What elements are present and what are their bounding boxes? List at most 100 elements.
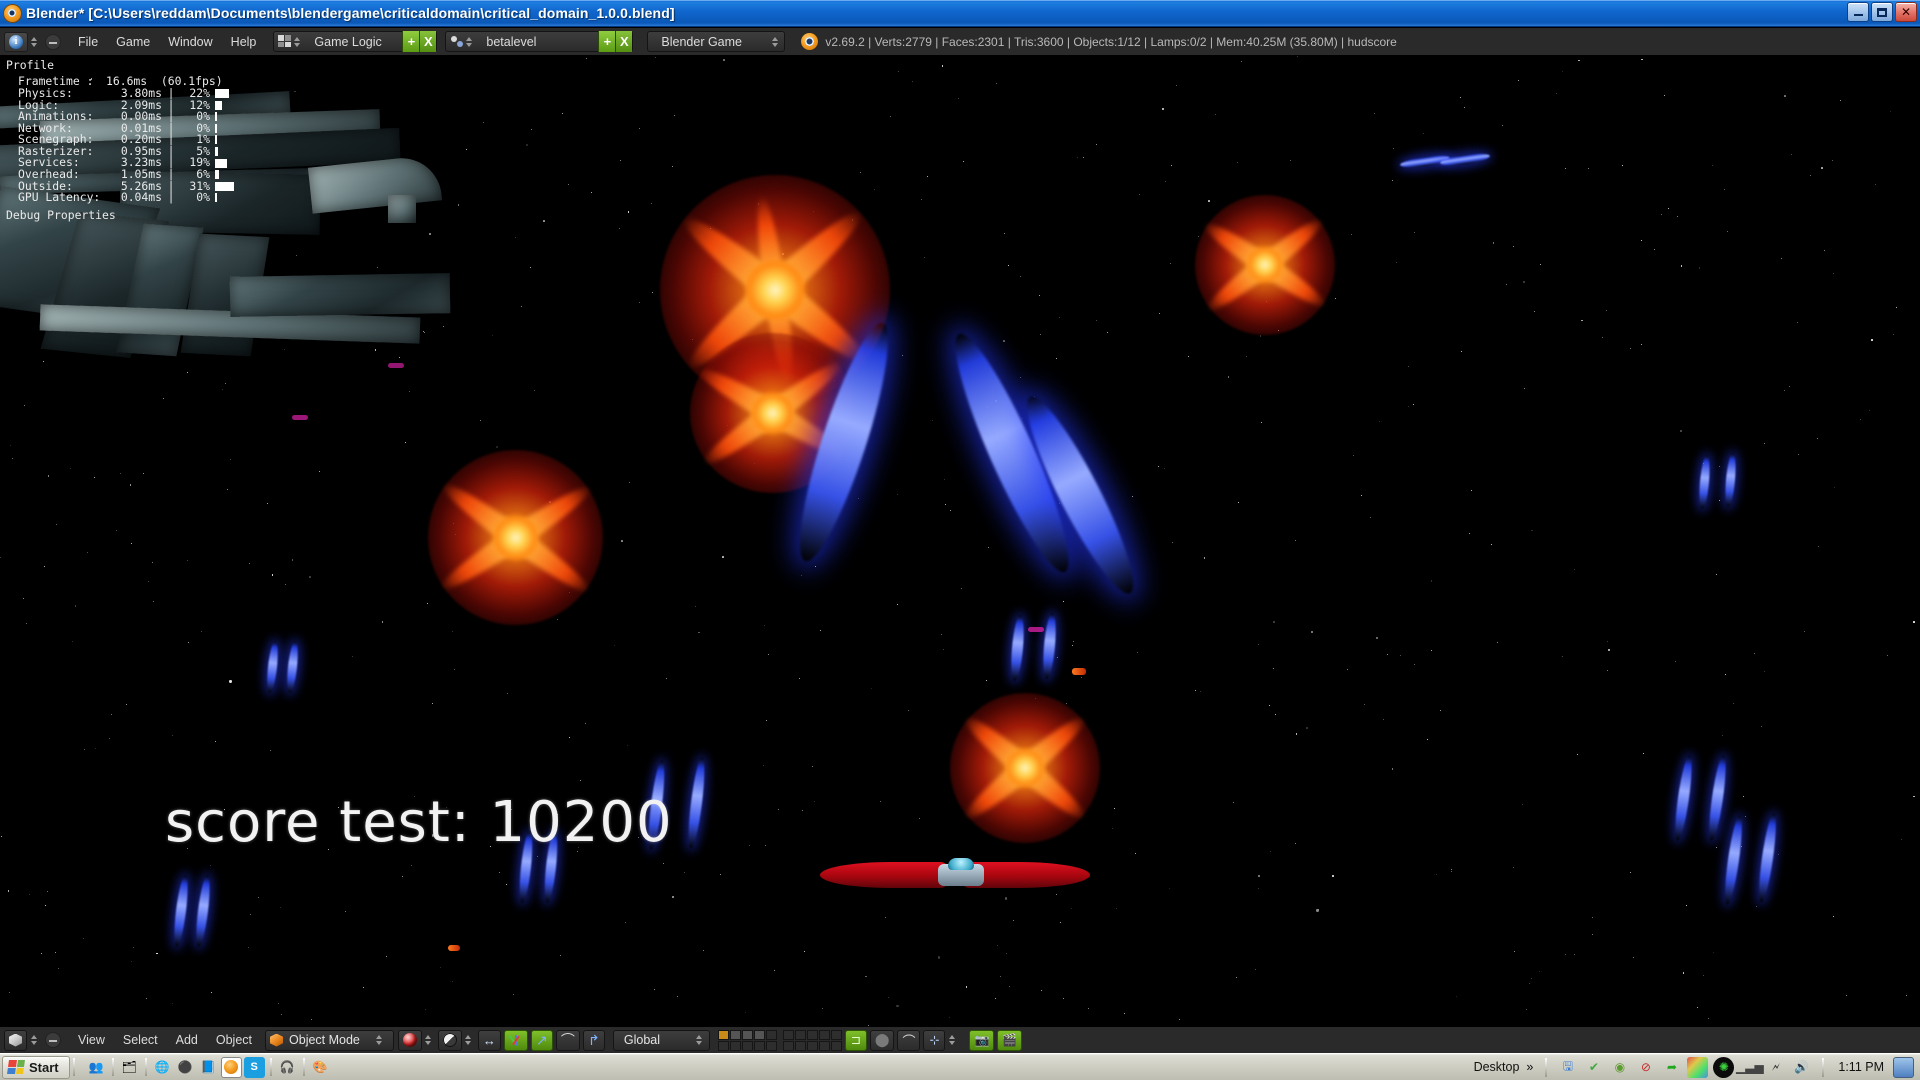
star	[997, 945, 999, 946]
scene-layers-top[interactable]	[717, 1029, 777, 1051]
star	[257, 897, 259, 899]
star	[1797, 454, 1799, 456]
maximize-button[interactable]	[1871, 2, 1893, 22]
menu-add[interactable]: Add	[167, 1030, 207, 1050]
star	[318, 471, 320, 473]
toolbar-overflow-chevron-icon[interactable]: »	[1526, 1060, 1533, 1074]
snap-magnet-icon[interactable]: ⊐	[844, 1029, 867, 1051]
menu-game[interactable]: Game	[107, 32, 159, 52]
profile-row-bar	[215, 181, 235, 191]
proportional-falloff-icon[interactable]: ⌒	[897, 1029, 921, 1051]
scale-manipulator-icon[interactable]: ⌒	[555, 1029, 580, 1051]
orientation-spinner[interactable]	[696, 1032, 703, 1048]
star	[1464, 106, 1466, 108]
star	[1124, 1012, 1126, 1014]
signal-bars-icon[interactable]: ▁▃▅	[1736, 1057, 1764, 1078]
display-blocked-icon[interactable]: ⊘	[1635, 1057, 1656, 1078]
scene-spinner[interactable]	[465, 34, 472, 50]
start-button[interactable]: Start	[2, 1055, 70, 1079]
render-camera-icon[interactable]: 📷	[969, 1029, 995, 1051]
collapse-menu-icon-bottom[interactable]	[45, 1032, 61, 1048]
rotate-manipulator-icon[interactable]: ↗	[530, 1029, 553, 1051]
manipulator-icon[interactable]: ↔	[477, 1029, 501, 1051]
star	[1382, 719, 1384, 721]
star	[1436, 874, 1438, 876]
scene-selector[interactable]: betalevel + X	[445, 31, 634, 52]
screen-layout-spinner[interactable]	[293, 34, 300, 50]
star	[1460, 351, 1462, 352]
star	[1135, 852, 1137, 854]
translate-manipulator-icon[interactable]	[503, 1029, 528, 1051]
skype-icon[interactable]: S	[243, 1056, 265, 1078]
snap-target-icon[interactable]: ⊹	[923, 1029, 946, 1051]
pivot-spinner[interactable]	[425, 1032, 432, 1048]
desktop-toolbar-label[interactable]: Desktop	[1474, 1060, 1520, 1074]
firefox-icon[interactable]: 🌐	[152, 1057, 173, 1078]
blender-taskbar-icon[interactable]	[220, 1056, 242, 1078]
file-explorer-icon[interactable]: 🗂	[119, 1057, 140, 1078]
show-desktop-icon[interactable]	[1893, 1056, 1914, 1078]
menu-select[interactable]: Select	[114, 1030, 167, 1050]
close-icon[interactable]: ✕	[1895, 2, 1917, 22]
color-grid-icon[interactable]	[1687, 1056, 1709, 1078]
menu-window[interactable]: Window	[159, 32, 221, 52]
paint-icon[interactable]: 🎨	[310, 1057, 331, 1078]
menu-file[interactable]: File	[69, 32, 107, 52]
volume-icon[interactable]: 🔊	[1791, 1057, 1812, 1078]
info-editor-icon[interactable]	[4, 31, 28, 52]
screen-layout-selector[interactable]: Game Logic + X	[273, 31, 438, 52]
star	[820, 630, 822, 632]
proportional-edit-icon[interactable]: ⬤	[869, 1029, 895, 1051]
game-viewport[interactable]: score test: 10200 Profile Frametime : 16…	[0, 55, 1920, 1026]
taskbar-clock[interactable]: 1:11 PM	[1834, 1060, 1888, 1074]
menu-view[interactable]: View	[69, 1030, 114, 1050]
menu-help[interactable]: Help	[222, 32, 266, 52]
editor-type-spinner[interactable]	[30, 34, 37, 50]
star	[225, 382, 227, 384]
minimize-button[interactable]	[1847, 2, 1869, 22]
editor-type-spinner-bottom[interactable]	[30, 1032, 37, 1048]
antivirus-shield-icon[interactable]: ✔	[1583, 1057, 1604, 1078]
media-player-icon[interactable]: ⚫	[175, 1057, 196, 1078]
windows-update-icon[interactable]: 🖫	[1557, 1057, 1578, 1078]
spiral-icon[interactable]: ✺	[1713, 1056, 1735, 1078]
pivot-point-icon[interactable]	[397, 1029, 422, 1051]
star	[1777, 853, 1779, 855]
collapse-menu-icon[interactable]	[45, 33, 61, 50]
render-animation-icon[interactable]: 🎬	[997, 1029, 1023, 1051]
nvidia-icon[interactable]: ◉	[1609, 1057, 1630, 1078]
interaction-mode-spinner[interactable]	[376, 1032, 383, 1048]
add-screen-layout-button[interactable]: +	[402, 31, 420, 52]
star	[1810, 174, 1812, 176]
star	[344, 910, 346, 912]
scene-layers-bottom[interactable]	[782, 1029, 842, 1051]
star	[1132, 495, 1134, 497]
manipulator-extra-icon[interactable]: ↱	[582, 1029, 605, 1051]
render-engine-selector[interactable]: Blender Game	[647, 31, 786, 52]
delete-screen-layout-button[interactable]: X	[419, 31, 437, 52]
star	[1352, 455, 1354, 457]
star	[963, 160, 965, 162]
star	[409, 390, 411, 392]
interaction-mode-selector[interactable]: Object Mode	[265, 1029, 394, 1051]
shading-spinner[interactable]	[465, 1032, 472, 1048]
menu-object[interactable]: Object	[207, 1030, 261, 1050]
star	[1005, 953, 1007, 955]
3d-view-editor-icon[interactable]	[4, 1029, 27, 1051]
material-shading-icon[interactable]	[437, 1029, 462, 1051]
add-scene-button[interactable]: +	[598, 31, 616, 52]
headphones-icon[interactable]: 🎧	[277, 1057, 298, 1078]
star	[896, 1005, 899, 1008]
green-arrow-icon[interactable]: ➦	[1661, 1057, 1682, 1078]
battery-icon[interactable]: 🗲	[1765, 1057, 1786, 1078]
user-accounts-icon[interactable]: 👥	[86, 1057, 107, 1078]
render-engine-spinner[interactable]	[771, 34, 778, 50]
notepad-icon[interactable]: 📘	[198, 1057, 219, 1078]
snap-target-spinner[interactable]	[948, 1032, 955, 1048]
enemy-ship-far	[1028, 627, 1044, 632]
star	[1096, 319, 1098, 321]
star	[585, 58, 587, 60]
delete-scene-button[interactable]: X	[615, 31, 633, 52]
profile-row-bar	[215, 147, 219, 157]
transform-orientation-selector[interactable]: Global	[612, 1029, 710, 1051]
